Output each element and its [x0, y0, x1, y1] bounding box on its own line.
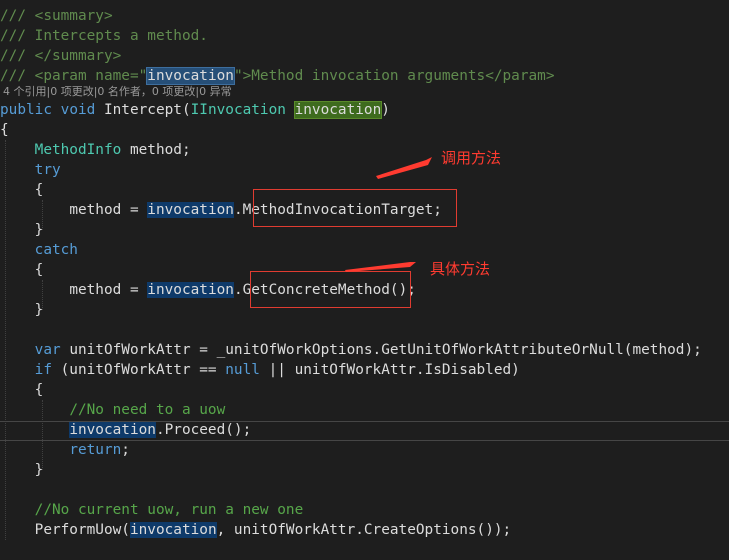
invocation-reference[interactable]: invocation	[69, 422, 156, 438]
code-line: {	[34, 382, 44, 398]
code-line: catch	[34, 242, 78, 258]
code-line: return;	[69, 442, 130, 458]
code-line: /// <summary>	[0, 8, 113, 24]
code-line: invocation.Proceed();	[69, 422, 252, 438]
annotation-call-method: 调用方法	[441, 149, 502, 167]
param-invocation-highlight[interactable]: invocation	[293, 101, 383, 119]
code-line: /// <param name="invocation">Method invo…	[0, 67, 555, 85]
code-line: }	[34, 462, 44, 478]
code-line: var unitOfWorkAttr = _unitOfWorkOptions.…	[34, 342, 702, 358]
invocation-reference[interactable]: invocation	[147, 202, 234, 218]
code-line: /// </summary>	[0, 48, 122, 64]
annotation-concrete-method: 具体方法	[430, 260, 491, 278]
code-line: if (unitOfWorkAttr == null || unitOfWork…	[34, 362, 520, 378]
code-line: MethodInfo method;	[34, 142, 191, 158]
param-name-highlight[interactable]: invocation	[146, 67, 235, 85]
invocation-reference[interactable]: invocation	[129, 522, 217, 538]
code-line: try	[34, 162, 61, 178]
code-line: public void Intercept(IInvocation invoca…	[0, 101, 390, 119]
code-line: //No need to a uow	[69, 402, 226, 418]
codelens-info[interactable]: 4 个引用|0 项更改|0 名作者，0 项更改|0 异常	[3, 85, 232, 99]
code-line: //No current uow, run a new one	[34, 502, 304, 518]
invocation-reference[interactable]: invocation	[147, 282, 234, 298]
code-line: /// Intercepts a method.	[0, 28, 208, 44]
highlight-box-method-invocation-target	[253, 189, 457, 227]
code-line: {	[0, 122, 9, 138]
code-line: PerformUow(invocation, unitOfWorkAttr.Cr…	[34, 522, 512, 538]
code-editor[interactable]: /// <summary> /// Intercepts a method. /…	[0, 0, 729, 560]
highlight-box-get-concrete-method	[250, 271, 411, 308]
